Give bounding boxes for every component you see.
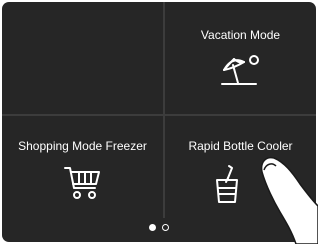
rapid-bottle-cooler-label: Rapid Bottle Cooler [188, 139, 293, 153]
horizontal-divider [2, 114, 316, 116]
rapid-bottle-cooler-tile[interactable]: Rapid Bottle Cooler [165, 116, 316, 218]
bottle-in-glass-icon [212, 162, 242, 207]
page-indicator[interactable] [2, 224, 316, 234]
shopping-cart-icon [61, 162, 105, 207]
vertical-divider [163, 2, 165, 218]
beach-umbrella-sun-icon [216, 50, 266, 95]
control-panel-screen: Vacation Mode Shopping Mode Freezer Rapi… [2, 2, 316, 242]
vacation-mode-label: Vacation Mode [200, 28, 281, 42]
shopping-mode-freezer-label: Shopping Mode Freezer [18, 139, 147, 153]
page-dot-active[interactable] [149, 224, 156, 231]
vacation-mode-tile[interactable]: Vacation Mode [165, 2, 316, 114]
empty-tile [2, 2, 163, 114]
page-dot-inactive[interactable] [162, 224, 169, 231]
shopping-mode-freezer-tile[interactable]: Shopping Mode Freezer [2, 116, 163, 218]
